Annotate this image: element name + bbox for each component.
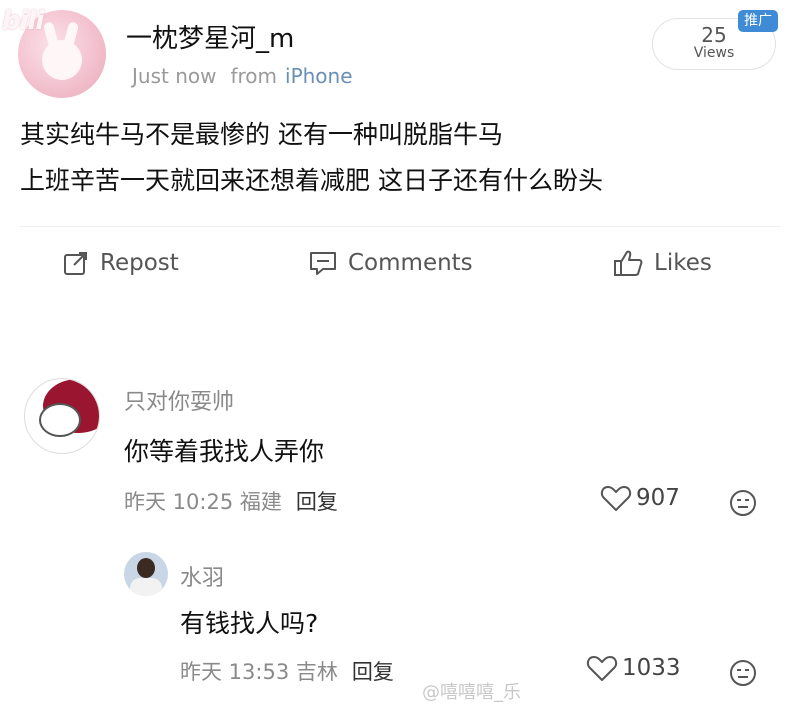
repost-icon bbox=[64, 252, 87, 275]
comment-icon bbox=[310, 252, 336, 275]
reply-button[interactable]: 回复 bbox=[352, 660, 394, 684]
reply-button[interactable]: 回复 bbox=[296, 490, 338, 514]
device-name[interactable]: iPhone bbox=[285, 64, 353, 88]
weibo-watermark: @嘻嘻嘻_乐 bbox=[422, 682, 521, 703]
views-label: Views bbox=[693, 45, 735, 61]
post-text: 其实纯牛马不是最惨的 还有一种叫脱脂牛马 上班辛苦一天就回来还想着减肥 这日子还… bbox=[20, 112, 780, 204]
comment-time-location: 昨天 10:25 福建 bbox=[124, 490, 282, 514]
avatar-face bbox=[42, 40, 82, 80]
comment-like-button[interactable]: 1033 bbox=[586, 654, 681, 682]
post-meta: Just now from iPhone bbox=[132, 64, 353, 88]
like-count: 907 bbox=[636, 485, 680, 511]
comment-time-location: 昨天 13:53 吉林 bbox=[180, 660, 338, 684]
commenter-name[interactable]: 水羽 bbox=[180, 560, 224, 592]
repost-button[interactable]: Repost bbox=[62, 244, 179, 282]
comment-like-button[interactable]: 907 bbox=[600, 484, 680, 512]
comment-meta: 昨天 13:53 吉林 回复 bbox=[180, 656, 394, 686]
post-time: Just now bbox=[132, 64, 217, 88]
comment-meta: 昨天 10:25 福建 回复 bbox=[124, 486, 338, 516]
emoji-react-icon[interactable] bbox=[728, 658, 758, 688]
divider bbox=[20, 226, 780, 227]
post-line: 其实纯牛马不是最惨的 还有一种叫脱脂牛马 bbox=[20, 120, 503, 149]
commenter-avatar[interactable] bbox=[24, 378, 100, 454]
commenter-avatar[interactable] bbox=[124, 552, 168, 596]
comment-text: 有钱找人吗? bbox=[180, 609, 319, 638]
comments-button[interactable]: Comments bbox=[308, 244, 473, 282]
repost-label: Repost bbox=[100, 250, 179, 276]
heart-icon bbox=[600, 486, 632, 511]
from-label: from bbox=[230, 64, 278, 88]
thumbs-up-icon bbox=[614, 250, 643, 276]
promo-badge[interactable]: 推广 bbox=[738, 10, 778, 32]
avatar-shape bbox=[39, 403, 81, 437]
bilibili-watermark: bili bbox=[2, 6, 44, 36]
avatar-shape bbox=[137, 558, 155, 578]
heart-icon bbox=[586, 656, 618, 681]
likes-label: Likes bbox=[654, 250, 712, 276]
comment-text: 你等着我找人弄你 bbox=[124, 437, 325, 466]
avatar-shape bbox=[130, 578, 162, 596]
comments-label: Comments bbox=[348, 250, 473, 276]
post-line: 上班辛苦一天就回来还想着减肥 这日子还有什么盼头 bbox=[20, 166, 603, 195]
commenter-name[interactable]: 只对你耍帅 bbox=[124, 384, 234, 416]
like-count: 1033 bbox=[622, 655, 681, 681]
likes-button[interactable]: Likes bbox=[612, 244, 712, 282]
username[interactable]: 一枕梦星河_m bbox=[126, 18, 294, 55]
emoji-react-icon[interactable] bbox=[728, 488, 758, 518]
